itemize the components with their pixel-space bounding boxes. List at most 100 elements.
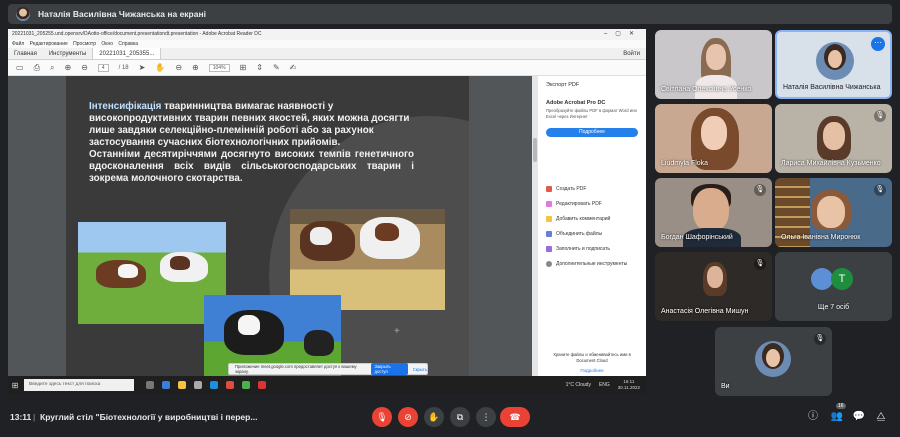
participant-tile[interactable]: 🎙 Богдан Шафорінський — [655, 178, 772, 247]
presenter-banner-text: Наталія Василівна Чижанська на екрані — [38, 9, 206, 19]
tab-home: Главная — [14, 51, 37, 57]
side-item-edit: Редактировать PDF — [546, 201, 602, 207]
participant-name: Наталія Василівна Чижанська — [783, 84, 881, 91]
side-item-more-tools: Дополнительные инструменты — [546, 261, 627, 267]
acrobat-description: Преобразуйте файлы PDF в формат Word или… — [546, 108, 637, 119]
system-tray: 1°C Cloudy ENG 16:11 30.11.2022 — [566, 379, 646, 391]
more-participants-tile[interactable]: T Ще 7 осіб — [775, 252, 892, 321]
more-vert-icon: ⋮ — [481, 412, 491, 422]
comment-icon: ✎ — [272, 63, 280, 72]
screen-share-notification: Приложение meet.google.com предоставляет… — [228, 363, 428, 375]
login-link: Войти — [623, 51, 640, 57]
page-down-icon: ⊖ — [81, 63, 88, 72]
avatar — [755, 341, 791, 377]
sign-icon: ✍ — [289, 63, 297, 72]
language-indicator: ENG — [598, 382, 610, 388]
acrobat-side-panel: Экспорт PDF Adobe Acrobat Pro DC Преобра… — [538, 76, 646, 376]
page-number: 4 — [97, 63, 109, 72]
participant-tile-active[interactable]: ⋯ Наталія Василівна Чижанська — [775, 30, 892, 99]
print-icon: ⎙ — [33, 62, 40, 72]
pdf-toolbar: ▭ ⎙ ⌕ ⊕ ⊖ 4 / 18 ➤ ✋ ⊖ ⊕ 104% ⊞ ⇕ ✎ ✍ — [8, 60, 646, 76]
avatar — [816, 42, 854, 80]
slide-text: Інтенсифікація тваринництва вимагає наяв… — [89, 101, 414, 185]
hand-icon: ✋ — [428, 412, 440, 422]
taskbar-apps — [146, 381, 266, 389]
participant-count-badge: 16 — [836, 403, 846, 409]
zoom-in-icon: ⊕ — [192, 63, 199, 72]
acrobat-more-button: Подробнее — [546, 128, 638, 137]
camera-toggle-button[interactable]: ⊘ — [398, 407, 418, 427]
participant-tile[interactable]: 🎙 Ольга Іванівна Миронюк — [775, 178, 892, 247]
fit-icon: ⊞ — [239, 63, 247, 72]
presenter-avatar — [16, 7, 30, 21]
meeting-control-bar: 13:11 | Круглий стіл "Біотехнології у ви… — [0, 400, 900, 437]
acrobat-pro-label: Adobe Acrobat Pro DC — [546, 100, 606, 106]
participant-name: Лариса Михайлівна Кузьменко — [781, 160, 881, 167]
avatar-letter: T — [831, 268, 853, 290]
tab-tools: Инструменты — [48, 51, 87, 57]
hand-icon: ✋ — [155, 63, 166, 72]
participant-tile[interactable]: 🎙 Лариса Михайлівна Кузьменко — [775, 104, 892, 173]
window-title: 20221031_205255.und.opensrv/DAotto-offic… — [8, 29, 646, 40]
side-item-combine: Объединить файлы — [546, 231, 602, 237]
export-pdf-label: Экспорт PDF — [546, 82, 580, 88]
slide-paragraph-2: Останніми десятиріччями досягнуто високи… — [89, 149, 414, 184]
participant-tile[interactable]: Liudmyla Floka — [655, 104, 772, 173]
tab-document: 20221031_205355... — [92, 48, 162, 59]
camera-off-icon: ⊘ — [404, 412, 412, 422]
participant-name: Ви — [721, 383, 730, 390]
participant-name: Ольга Іванівна Миронюк — [781, 234, 861, 241]
window-controls: –▢✕ — [603, 31, 642, 37]
present-button[interactable]: ⧉ — [450, 407, 470, 427]
more-options-button[interactable]: ⋮ — [476, 407, 496, 427]
page-total: / 18 — [118, 64, 129, 71]
people-icon[interactable]: 👥 — [830, 410, 844, 424]
mic-off-icon: 🎙 — [814, 333, 826, 345]
mic-off-icon: 🎙 — [376, 412, 388, 422]
page-up-icon: ⊕ — [64, 63, 72, 72]
participant-name: Анастасія Олегівна Мишун — [661, 308, 749, 315]
mic-off-icon: 🎙 — [874, 184, 886, 196]
meeting-time: 13:11 — [10, 412, 32, 422]
stop-sharing-button: Закрыть доступ — [370, 363, 408, 375]
taskbar-search: Введите здесь текст для поиска — [24, 379, 134, 391]
weather-text: 1°C Cloudy — [565, 382, 591, 388]
save-icon: ▭ — [16, 63, 24, 72]
hide-notification-button: Скрыть — [412, 366, 427, 372]
windows-start-icon: ⊞ — [11, 380, 19, 390]
participant-name: Богдан Шафорінський — [661, 234, 733, 241]
more-options-icon[interactable]: ⋯ — [871, 37, 885, 51]
zoom-level: 104% — [208, 63, 230, 72]
mic-off-icon: 🎙 — [874, 110, 886, 122]
mic-off-icon: 🎙 — [754, 184, 766, 196]
more-participants-label: Ще 7 осіб — [817, 304, 850, 311]
document-cloud-text: Храните файлы и обменивайтесь ими в Docu… — [553, 352, 631, 363]
meeting-separator: | — [33, 412, 36, 422]
taskbar-clock: 16:11 30.11.2022 — [617, 379, 640, 390]
self-tile[interactable]: 🎙 Ви — [715, 327, 832, 396]
shared-screen: 20221031_205255.und.opensrv/DAotto-offic… — [8, 29, 646, 394]
scroll-icon: ⇕ — [256, 63, 263, 72]
cursor-icon: ➤ — [138, 63, 146, 72]
leave-call-button[interactable]: ☎ — [500, 407, 530, 427]
menu-bar: Файл Редактирование Просмотр Окно Справк… — [8, 40, 646, 48]
slide-page: Інтенсифікація тваринництва вимагає наяв… — [66, 76, 469, 376]
info-icon[interactable]: ⓘ — [806, 410, 820, 424]
side-item-comment: Добавить комментарий — [546, 216, 610, 222]
activities-icon[interactable]: ⧋ — [874, 410, 888, 424]
cloud-more-link: Подробнее — [580, 368, 604, 373]
side-item-fill-sign: Заполнить и подписать — [546, 246, 610, 252]
participant-tile[interactable]: 🎙 Анастасія Олегівна Мишун — [655, 252, 772, 321]
mic-off-icon: 🎙 — [754, 258, 766, 270]
participant-name: Liudmyla Floka — [661, 160, 709, 167]
cursor-crosshair-icon: + — [394, 326, 400, 337]
notification-text: Приложение meet.google.com предоставляет… — [235, 364, 357, 374]
participant-name: Світлана Олексіївна Усенко — [661, 86, 752, 93]
meeting-title: Круглий стіл "Біотехнології у виробництв… — [40, 412, 258, 422]
chat-icon[interactable]: 💬 — [852, 410, 866, 424]
mic-toggle-button[interactable]: 🎙 — [372, 407, 392, 427]
phone-hangup-icon: ☎ — [509, 412, 521, 422]
raise-hand-button[interactable]: ✋ — [424, 407, 444, 427]
participant-tile[interactable]: Світлана Олексіївна Усенко — [655, 30, 772, 99]
search-icon: ⌕ — [49, 62, 55, 72]
